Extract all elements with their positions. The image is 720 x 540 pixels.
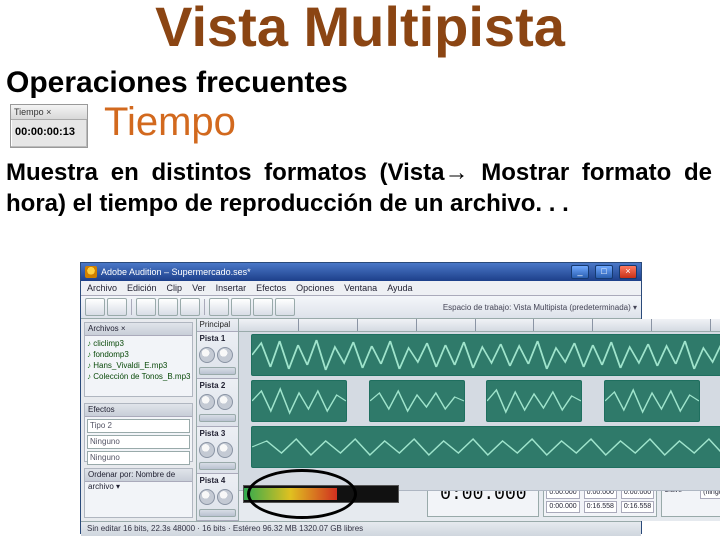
toolbar: Espacio de trabajo: Vista Multipista (pr… [81,296,641,319]
body-text: Muestra en distintos formatos (Vista→ Mo… [6,158,712,219]
tiempo-chip-header: Tiempo × [11,105,87,120]
value-cell[interactable]: 0:00.000 [546,501,579,513]
knob-icon[interactable] [217,442,233,458]
track-headers-pane: Principal Mezclador × Pista 1 Pista 2 Pi… [197,319,239,521]
toolbar-button[interactable] [180,298,200,316]
knob-icon[interactable] [217,489,233,505]
list-item[interactable]: cliclimp3 [87,338,190,349]
sort-panel-header: Ordenar por: Nombre de archivo ▾ [85,469,192,482]
toolbar-button[interactable] [275,298,295,316]
toolbar-button[interactable] [136,298,156,316]
tiempo-chip-value: 00:00:00:13 [11,120,87,144]
knob-icon[interactable] [199,394,215,410]
window-maximize-button[interactable]: □ [595,265,613,279]
fx-slot[interactable]: Ninguno [87,451,190,465]
audio-clip[interactable] [251,380,347,422]
audio-clip[interactable] [486,380,582,422]
menu-item[interactable]: Insertar [216,283,247,293]
files-panel-header: Archivos × [85,323,192,336]
audition-screenshot: Adobe Audition – Supermercado.ses* _ □ ×… [80,262,642,534]
fader-icon[interactable] [199,462,236,470]
knob-icon[interactable] [199,347,215,363]
value-cell[interactable]: 0:16.558 [621,501,654,513]
menu-item[interactable]: Ayuda [387,283,412,293]
menu-item[interactable]: Archivo [87,283,117,293]
knob-icon[interactable] [199,489,215,505]
files-list[interactable]: cliclimp3 fondomp3 Hans_Vivaldi_E.mp3 Co… [85,336,192,396]
track-name: Pista 2 [199,381,236,390]
track-header[interactable]: Pista 1 [197,332,238,379]
fader-icon[interactable] [199,367,236,375]
status-bar: Sin editar 16 bits, 22.3s 48000 · 16 bit… [81,521,641,536]
body-line1a: Muestra en distintos formatos (Vista [6,159,444,186]
list-item[interactable]: Colección de Tonos_B.mp3 [87,371,190,382]
knob-icon[interactable] [199,442,215,458]
menu-item[interactable]: Efectos [256,283,286,293]
fader-icon[interactable] [199,509,236,517]
slide-subtitle: Operaciones frecuentes [6,66,348,100]
section-heading-tiempo: Tiempo [104,100,236,145]
value-cell[interactable]: 0:16.558 [584,501,617,513]
tiempo-chip: Tiempo × 00:00:00:13 [10,104,88,148]
menu-item[interactable]: Opciones [296,283,334,293]
toolbar-button[interactable] [85,298,105,316]
fx-panel-header: Efectos [85,404,192,417]
audio-clip[interactable] [604,380,700,422]
audio-clip[interactable] [369,380,465,422]
track-header[interactable]: Pista 2 [197,379,238,426]
fx-panel: Efectos Tipo 2 Ninguno Ninguno [84,403,193,462]
menu-bar[interactable]: Archivo Edición Clip Ver Insertar Efecto… [81,281,641,296]
audio-clip[interactable] [251,426,720,468]
app-icon [85,266,97,278]
slide-title: Vista Multipista [0,0,720,59]
menu-item[interactable]: Ver [192,283,206,293]
knob-icon[interactable] [217,347,233,363]
knob-icon[interactable] [217,394,233,410]
menu-item[interactable]: Clip [167,283,183,293]
toolbar-button[interactable] [107,298,127,316]
window-title: Adobe Audition – Supermercado.ses* [101,267,251,277]
fx-slot[interactable]: Ninguno [87,435,190,449]
toolbar-button[interactable] [209,298,229,316]
timeline-pane: ■ ▶ ❚❚ ⏮ ⏭ ↻ ● Tiempo × [239,319,720,521]
audio-clip[interactable] [251,334,720,376]
track-header[interactable]: Pista 3 [197,427,238,474]
track-name: Pista 1 [199,334,236,343]
files-panel: Archivos × cliclimp3 fondomp3 Hans_Vival… [84,322,193,397]
list-item[interactable]: fondomp3 [87,349,190,360]
list-item[interactable]: Hans_Vivaldi_E.mp3 [87,360,190,371]
menu-item[interactable]: Ventana [344,283,377,293]
toolbar-button[interactable] [231,298,251,316]
mixer-tab[interactable]: Principal Mezclador × [197,319,238,332]
level-meter [243,485,399,503]
menu-item[interactable]: Edición [127,283,157,293]
sort-panel: Ordenar por: Nombre de archivo ▾ [84,468,193,518]
toolbar-button[interactable] [158,298,178,316]
window-minimize-button[interactable]: _ [571,265,589,279]
tracks-area[interactable] [239,332,720,456]
track-name: Pista 4 [199,476,236,485]
track-name: Pista 3 [199,429,236,438]
fx-slot[interactable]: Tipo 2 [87,419,190,433]
left-pane: Archivos × cliclimp3 fondomp3 Hans_Vival… [81,319,197,521]
window-titlebar: Adobe Audition – Supermercado.ses* _ □ × [81,263,641,281]
timeline-ruler[interactable] [239,319,720,332]
arrow-icon: → [444,159,468,186]
toolbar-button[interactable] [253,298,273,316]
track-header[interactable]: Pista 4 [197,474,238,521]
fader-icon[interactable] [199,414,236,422]
window-close-button[interactable]: × [619,265,637,279]
